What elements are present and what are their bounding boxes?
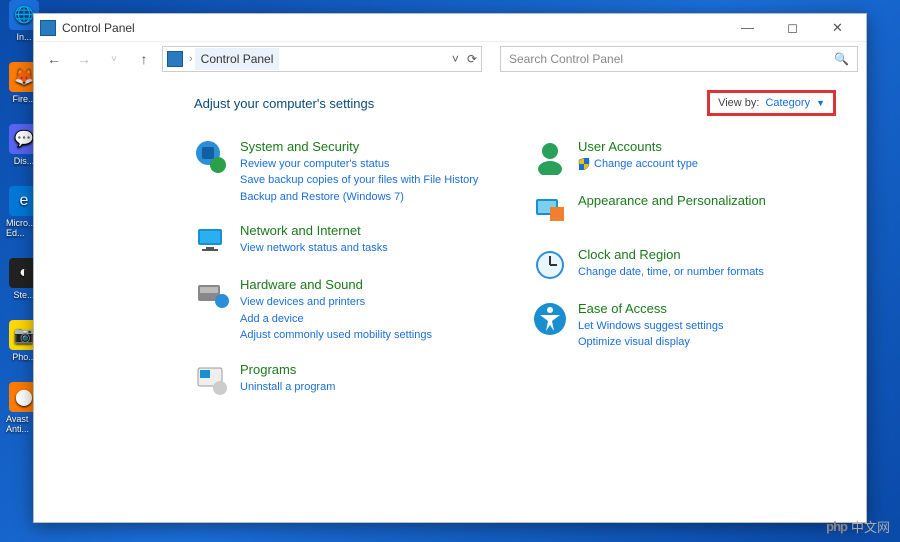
category-link[interactable]: Adjust commonly used mobility settings xyxy=(240,327,432,344)
search-input[interactable]: Search Control Panel 🔍 xyxy=(500,46,858,72)
category-link[interactable]: View network status and tasks xyxy=(240,240,388,257)
category-link[interactable]: Change account type xyxy=(578,156,698,173)
category-link[interactable]: Save backup copies of your files with Fi… xyxy=(240,172,478,189)
category-link[interactable]: Uninstall a program xyxy=(240,379,335,396)
minimize-button[interactable]: — xyxy=(725,14,770,42)
category-title[interactable]: Appearance and Personalization xyxy=(578,193,766,210)
up-button[interactable]: ↑ xyxy=(132,47,156,71)
close-button[interactable]: ✕ xyxy=(815,14,860,42)
ease-of-access-icon xyxy=(532,301,568,337)
category-user-accounts: User Accounts Change account type xyxy=(532,139,840,175)
category-link[interactable]: Review your computer's status xyxy=(240,156,478,173)
control-panel-icon xyxy=(167,51,183,67)
category-appearance: Appearance and Personalization xyxy=(532,193,840,229)
category-clock-region: Clock and Region Change date, time, or n… xyxy=(532,247,840,283)
clock-region-icon xyxy=(532,247,568,283)
programs-icon xyxy=(194,362,230,398)
left-column: System and Security Review your computer… xyxy=(194,139,502,398)
category-link[interactable]: View devices and printers xyxy=(240,294,432,311)
right-column: User Accounts Change account type Appear… xyxy=(532,139,840,398)
window-title: Control Panel xyxy=(62,21,135,35)
recent-dropdown-icon[interactable]: ˅ xyxy=(102,47,126,71)
category-title[interactable]: System and Security xyxy=(240,139,478,156)
search-icon[interactable]: 🔍 xyxy=(834,52,849,66)
refresh-button[interactable]: ⟳ xyxy=(467,52,477,66)
forward-button[interactable]: → xyxy=(72,47,96,71)
control-panel-window: Control Panel — ◻ ✕ ← → ˅ ↑ › Control Pa… xyxy=(33,13,867,523)
category-network-internet: Network and Internet View network status… xyxy=(194,223,502,259)
network-internet-icon xyxy=(194,223,230,259)
category-link[interactable]: Backup and Restore (Windows 7) xyxy=(240,189,478,206)
watermark: php 中文网 xyxy=(826,517,890,536)
category-programs: Programs Uninstall a program xyxy=(194,362,502,398)
category-title[interactable]: Clock and Region xyxy=(578,247,764,264)
chevron-right-icon[interactable]: › xyxy=(189,53,193,65)
category-title[interactable]: Ease of Access xyxy=(578,301,724,318)
shield-icon xyxy=(578,158,590,170)
category-title[interactable]: User Accounts xyxy=(578,139,698,156)
maximize-button[interactable]: ◻ xyxy=(770,14,815,42)
view-by-value: Category xyxy=(765,97,810,109)
category-link[interactable]: Let Windows suggest settings xyxy=(578,318,724,335)
category-ease-of-access: Ease of Access Let Windows suggest setti… xyxy=(532,301,840,351)
category-link[interactable]: Add a device xyxy=(240,311,432,328)
hardware-sound-icon xyxy=(194,277,230,313)
back-button[interactable]: ← xyxy=(42,47,66,71)
content-area: Adjust your computer's settings View by:… xyxy=(34,76,866,522)
app-icon xyxy=(40,20,56,36)
user-accounts-icon xyxy=(532,139,568,175)
category-title[interactable]: Network and Internet xyxy=(240,223,388,240)
category-link[interactable]: Change date, time, or number formats xyxy=(578,264,764,281)
search-placeholder: Search Control Panel xyxy=(509,52,623,66)
titlebar: Control Panel — ◻ ✕ xyxy=(34,14,866,42)
breadcrumb[interactable]: Control Panel xyxy=(195,48,280,70)
category-link[interactable]: Optimize visual display xyxy=(578,334,724,351)
address-bar[interactable]: › Control Panel ˅ ⟳ xyxy=(162,46,482,72)
address-dropdown-icon[interactable]: ˅ xyxy=(452,52,459,66)
category-title[interactable]: Programs xyxy=(240,362,335,379)
nav-row: ← → ˅ ↑ › Control Panel ˅ ⟳ Search Contr… xyxy=(34,42,866,76)
chevron-down-icon: ▼ xyxy=(816,98,825,108)
category-hardware-sound: Hardware and Sound View devices and prin… xyxy=(194,277,502,343)
php-logo-text: php xyxy=(826,519,847,534)
category-title[interactable]: Hardware and Sound xyxy=(240,277,432,294)
system-security-icon xyxy=(194,139,230,175)
view-by-control[interactable]: View by: Category ▼ xyxy=(707,90,836,116)
category-system-security: System and Security Review your computer… xyxy=(194,139,502,205)
appearance-icon xyxy=(532,193,568,229)
view-by-label: View by: xyxy=(718,97,759,109)
